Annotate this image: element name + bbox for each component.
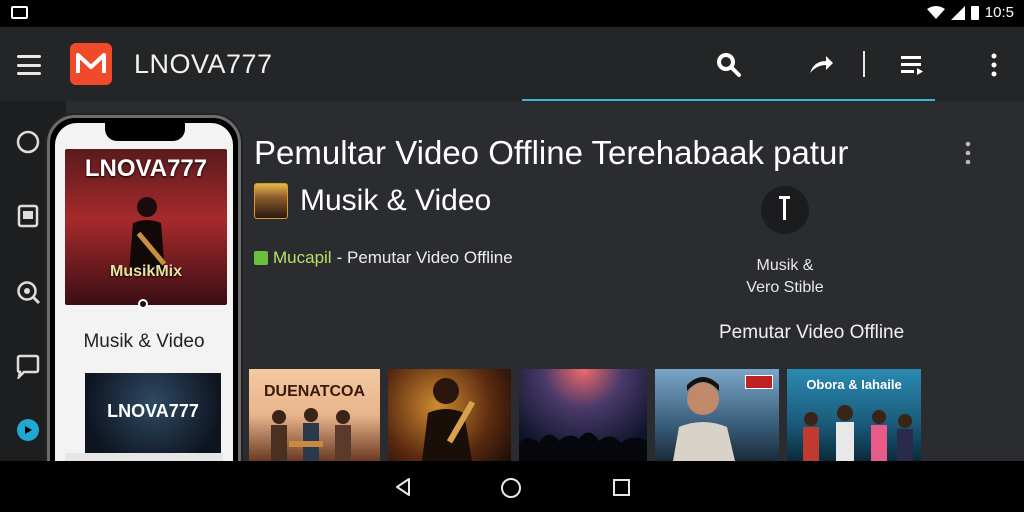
thumbnail-3[interactable] [519, 369, 647, 461]
thumbnail-2[interactable] [388, 369, 511, 461]
side-caption: Musik & Vero Stible [730, 255, 840, 299]
thumbnail-title: DUENATCOA [263, 383, 366, 400]
side-caption-line-1: Musik & [756, 257, 814, 274]
carousel-dot[interactable] [138, 299, 148, 309]
status-icons: 10:5 [926, 4, 1014, 21]
back-icon[interactable] [393, 477, 413, 497]
share-icon[interactable] [806, 51, 834, 79]
chat-icon[interactable] [15, 353, 41, 379]
wifi-icon [926, 5, 945, 19]
video-card-title: LNOVA777 [107, 401, 199, 421]
crowd-figures [519, 432, 647, 461]
home-icon[interactable] [15, 129, 41, 155]
thumbnail-title: Obora & Iahaile [806, 377, 902, 392]
search-icon[interactable] [715, 51, 743, 79]
group-figures [803, 405, 913, 461]
thumbnail-row: DUENATCOA Obora & Iahaile [249, 369, 921, 461]
meta-row: Mucapil - Pemutar Video Offline [254, 248, 513, 268]
notification-icon [11, 6, 28, 19]
phone-caption: Musik & Video [83, 331, 205, 352]
album-cover[interactable]: LNOVA777 MusikMix [65, 149, 227, 305]
app-badge-icon [254, 251, 268, 265]
phone-screen: LNOVA777 MusikMix Musik & Video LNOVA777… [55, 123, 233, 489]
meta-text: - Pemutar Video Offline [336, 248, 513, 267]
guitarist-figure [129, 197, 167, 273]
playlist-icon[interactable] [898, 51, 926, 79]
clock: 10:5 [984, 4, 1014, 21]
page-headline: Pemultar Video Offline Terehabaak patur [254, 134, 849, 171]
recents-button[interactable] [613, 479, 630, 496]
phone-mockup: LNOVA777 MusikMix Musik & Video LNOVA777… [47, 115, 241, 497]
more-options-icon[interactable] [963, 140, 973, 166]
channel-row: Musik & Video [254, 183, 491, 219]
signal-icon [950, 5, 965, 20]
cover-subtitle: MusikMix [109, 263, 182, 280]
app-logo[interactable] [70, 43, 112, 85]
avatar[interactable] [254, 183, 288, 219]
thumbnail-1[interactable]: DUENATCOA [249, 369, 380, 461]
menu-icon[interactable] [17, 55, 41, 75]
phone-notch [105, 123, 185, 141]
app-bar: LNOVA777 [0, 27, 1024, 101]
status-bar: 10:5 [0, 0, 1024, 27]
guitarist-figure [422, 378, 476, 461]
play-icon[interactable] [15, 417, 41, 443]
cover-title: LNOVA777 [84, 155, 208, 182]
thumbnail-4[interactable] [655, 369, 779, 461]
channel-title[interactable]: Musik & Video [300, 184, 491, 218]
battery-icon [970, 5, 979, 20]
library-icon[interactable] [15, 203, 41, 229]
offline-label: Pemutar Video Offline [719, 322, 905, 343]
side-caption-line-2: Vero Stible [746, 279, 824, 296]
app-title: LNOVA777 [134, 49, 273, 79]
singer-figure [673, 377, 735, 461]
band-figures [271, 408, 351, 461]
download-button[interactable] [761, 186, 809, 234]
explore-icon[interactable] [15, 279, 41, 305]
meta-highlight[interactable]: Mucapil [273, 248, 332, 268]
toolbar-divider [863, 51, 865, 77]
thumbnail-5[interactable]: Obora & Iahaile [787, 369, 921, 461]
system-nav-bar [0, 461, 1024, 512]
more-vert-icon[interactable] [984, 51, 1004, 79]
home-button[interactable] [501, 478, 521, 498]
